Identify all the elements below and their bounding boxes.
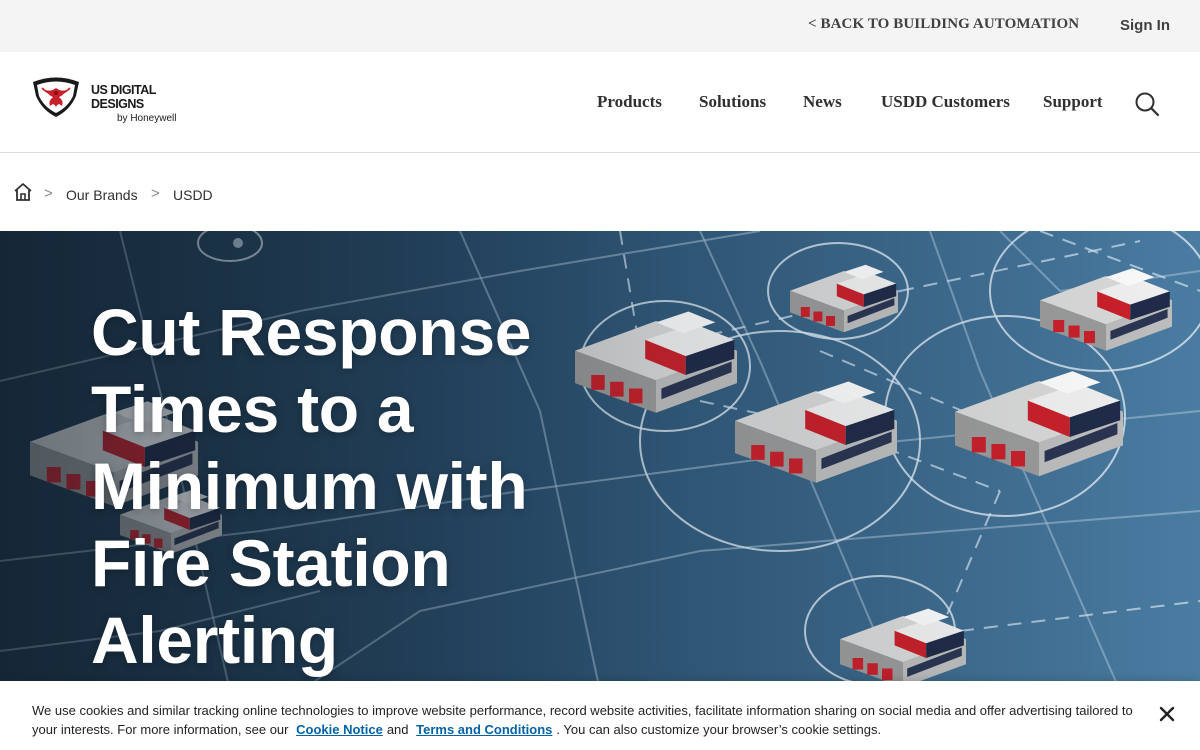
breadcrumb-item-our-brands[interactable]: Our Brands (66, 187, 138, 203)
logo-name: US DIGITAL DESIGNS (91, 83, 156, 111)
cookie-text-and: and (386, 722, 409, 737)
utility-bar: < BACK TO BUILDING AUTOMATION Sign In (0, 0, 1200, 52)
cookie-banner-text: We use cookies and similar tracking onli… (32, 701, 1142, 739)
hero-banner: Cut Response Times to a Minimum with Fir… (0, 231, 1200, 691)
nav-item-support[interactable]: Support (1043, 92, 1103, 112)
cookie-banner: We use cookies and similar tracking onli… (0, 681, 1200, 750)
usdd-logo[interactable]: US DIGITAL DESIGNS by Honeywell (30, 76, 210, 124)
breadcrumb-item-usdd[interactable]: USDD (173, 187, 213, 203)
logo-subtitle: by Honeywell (117, 113, 177, 124)
terms-and-conditions-link[interactable]: Terms and Conditions (412, 722, 556, 737)
back-to-building-automation-link[interactable]: < BACK TO BUILDING AUTOMATION (808, 16, 1079, 33)
nav-item-usdd-customers[interactable]: USDD Customers (881, 92, 1010, 112)
sign-in-link[interactable]: Sign In (1120, 17, 1170, 34)
nav-item-solutions[interactable]: Solutions (699, 92, 766, 112)
nav-item-products[interactable]: Products (597, 92, 662, 112)
site-header: US DIGITAL DESIGNS by Honeywell Products… (0, 52, 1200, 153)
cookie-text-outro: . You can also customize your browser’s … (556, 722, 882, 737)
breadcrumb-separator: > (151, 185, 160, 202)
search-icon[interactable] (1134, 91, 1160, 117)
shield-logo-icon (33, 77, 79, 117)
close-icon[interactable] (1158, 705, 1176, 723)
cookie-notice-link[interactable]: Cookie Notice (292, 722, 387, 737)
nav-item-news[interactable]: News (803, 92, 842, 112)
home-icon[interactable] (13, 182, 33, 202)
hero-title: Cut Response Times to a Minimum with Fir… (91, 295, 532, 677)
logo-text: US DIGITAL DESIGNS by Honeywell (91, 83, 210, 124)
breadcrumb: > Our Brands > USDD (0, 153, 1200, 231)
breadcrumb-separator: > (44, 185, 53, 202)
